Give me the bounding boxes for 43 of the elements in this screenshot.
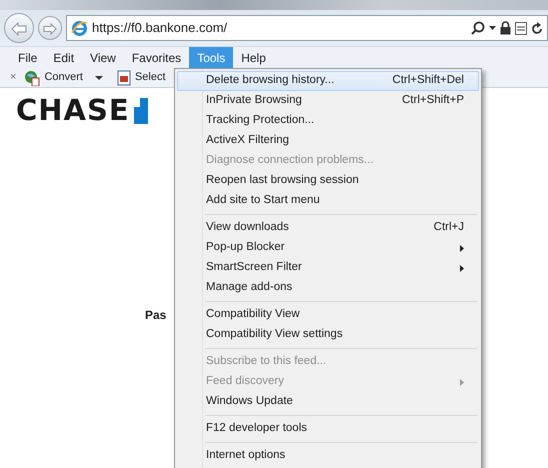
menu-item[interactable]: Edit (45, 46, 82, 68)
shortcut-text: Ctrl+Shift+Del (392, 73, 464, 88)
forward-button[interactable] (38, 16, 62, 40)
shortcut-text: Ctrl+J (434, 220, 464, 236)
menu-option[interactable]: Pop-up Blocker (177, 238, 479, 258)
menu-item[interactable]: Favorites (124, 46, 190, 68)
menu-option[interactable]: Reopen last browsing session (177, 171, 479, 191)
close-button[interactable]: × (8, 69, 18, 86)
menu-option[interactable]: Tracking Protection... (177, 111, 479, 131)
back-button[interactable] (4, 13, 34, 43)
back-arrow-icon (11, 22, 27, 36)
refresh-icon[interactable] (531, 22, 543, 34)
menu-option[interactable]: Internet options (177, 446, 479, 466)
label-text: Pas (145, 307, 166, 324)
globe-document-icon (24, 70, 40, 86)
menu-option[interactable]: ActiveX Filtering (177, 131, 479, 151)
logo-text: CHASE (16, 96, 130, 125)
menu-option[interactable]: Add site to Start menu (177, 191, 479, 211)
dropdown-caret-icon[interactable] (489, 26, 496, 30)
search-icon[interactable] (471, 21, 485, 35)
menu-option[interactable]: SmartScreen Filter (177, 258, 479, 278)
forward-arrow-icon (43, 22, 57, 35)
menu-option[interactable]: Manage add-ons (177, 278, 479, 298)
menu-option[interactable]: View downloads Ctrl+J (177, 218, 479, 238)
url-text: https://f0.bankone.com/ (92, 19, 228, 38)
menu-option[interactable]: Compatibility View (177, 305, 479, 325)
menu-item[interactable]: File (10, 46, 46, 68)
menu-item[interactable]: Help (233, 46, 274, 68)
address-bar[interactable]: https://f0.bankone.com/ (66, 15, 548, 41)
menu-option[interactable]: Windows Update (177, 392, 479, 412)
convert-button[interactable]: Convert (22, 69, 111, 86)
menu-option[interactable]: Compatibility View settings (177, 325, 479, 345)
lock-icon[interactable] (500, 21, 511, 35)
browser-logo-icon (71, 20, 88, 36)
compatibility-icon[interactable] (515, 22, 527, 34)
menu-item[interactable]: View (82, 46, 124, 68)
shortcut-text: Ctrl+Shift+P (402, 93, 464, 108)
menu-option[interactable]: InPrivate Browsing Ctrl+Shift+P (177, 91, 479, 111)
select-button[interactable]: Select (114, 69, 168, 86)
dropdown-caret-icon (94, 76, 103, 80)
menu-option[interactable]: F12 developer tools (177, 419, 479, 439)
document-icon (116, 70, 131, 86)
menu-option[interactable]: Delete browsing history... Ctrl+Shift+Del (177, 71, 479, 91)
